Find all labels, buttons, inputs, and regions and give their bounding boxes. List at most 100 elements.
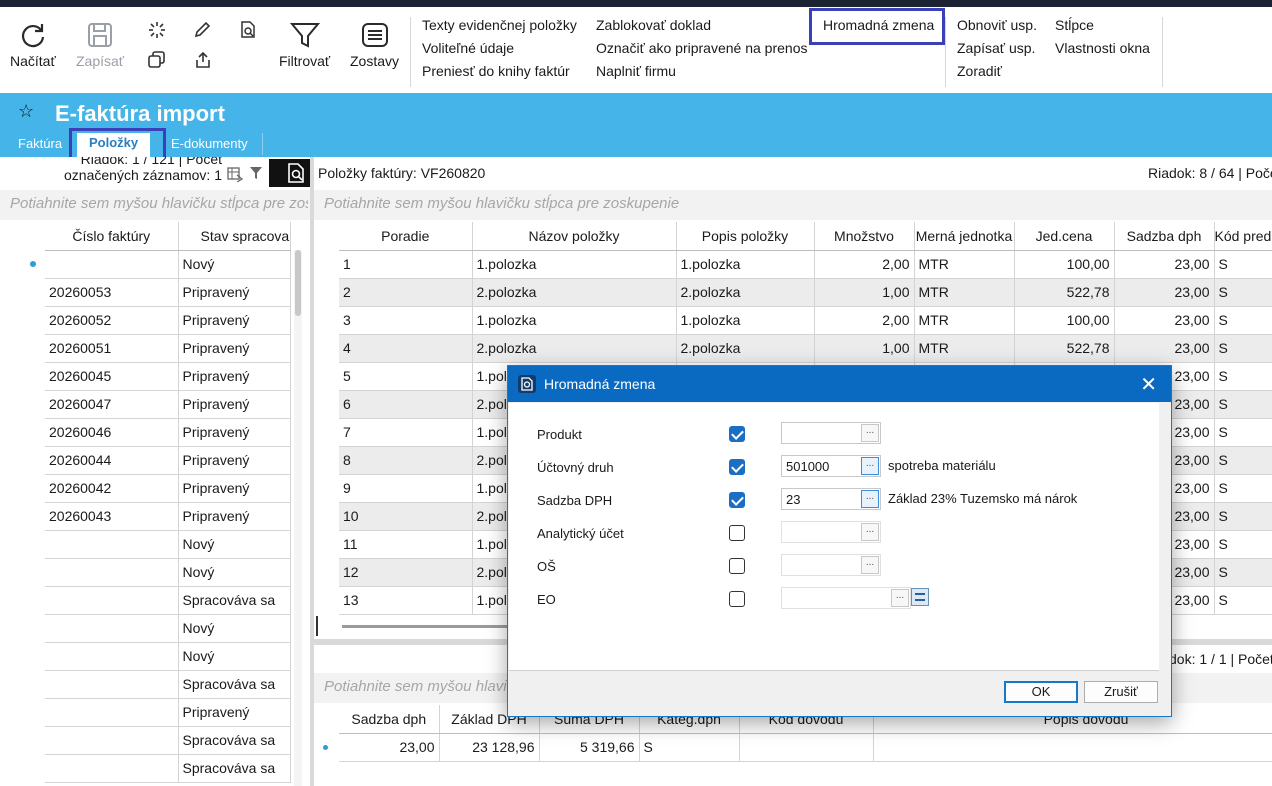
col-unit-price[interactable]: Jed.cena	[1014, 222, 1115, 251]
col-quantity[interactable]: Množstvo	[814, 222, 915, 251]
dialog-scrollbar[interactable]	[1159, 403, 1171, 671]
table-row[interactable]: Nový	[45, 642, 291, 671]
fill-company-link[interactable]: Naplniť firmu	[596, 63, 676, 79]
share-upload-icon[interactable]	[194, 51, 212, 69]
table-row[interactable]: 20260046 Pripravený	[45, 418, 291, 447]
columns-link[interactable]: Stĺpce	[1055, 17, 1094, 33]
col-order[interactable]: Poradie	[339, 222, 473, 251]
favorite-star-icon[interactable]: ☆	[18, 101, 34, 122]
col-processing-state[interactable]: Stav spracovania	[178, 222, 291, 251]
dialog-close-icon[interactable]: ✕	[1140, 372, 1157, 397]
eo-checkbox[interactable]	[729, 591, 745, 607]
eo-browse-button[interactable]: ...	[891, 589, 909, 607]
filter-button[interactable]: Filtrovať	[279, 21, 330, 69]
table-row[interactable]: Spracováva sa	[45, 754, 291, 783]
table-row[interactable]: Spracováva sa	[45, 670, 291, 699]
col-vat-rate[interactable]: Sadzba dph	[339, 705, 440, 734]
table-row[interactable]: 1 1.polozka 1.polozka 2,00 MTR 100,00 23,00 S	[339, 250, 1272, 279]
os-input[interactable]: ...	[781, 554, 881, 576]
table-row[interactable]: Nový	[45, 530, 291, 559]
os-checkbox[interactable]	[729, 558, 745, 574]
mark-ready-link[interactable]: Označiť ako pripravené na prenos	[596, 40, 807, 56]
table-row[interactable]: Spracováva sa	[45, 726, 291, 755]
col-item-code[interactable]: Kód predmetu	[1214, 222, 1272, 251]
product-browse-button[interactable]: ...	[861, 424, 879, 442]
os-browse-button[interactable]: ...	[861, 556, 879, 574]
items-title: Položky faktúry: VF260820	[318, 165, 486, 181]
block-document-link[interactable]: Zablokovať doklad	[596, 17, 711, 33]
table-row[interactable]: Pripravený	[45, 698, 291, 727]
col-vat-rate[interactable]: Sadzba dph	[1114, 222, 1215, 251]
eo-input[interactable]: ...	[781, 587, 911, 609]
optional-data-link[interactable]: Voliteľné údaje	[422, 40, 514, 56]
cancel-button[interactable]: Zrušiť	[1084, 681, 1158, 703]
table-row[interactable]: 4 2.polozka 2.polozka 1,00 MTR 522,78 23,00 S	[339, 334, 1272, 363]
tab-invoice[interactable]: Faktúra	[18, 136, 62, 151]
table-row[interactable]: 23,00 23 128,96 5 319,66 S	[339, 733, 1272, 762]
table-row[interactable]: 20260044 Pripravený	[45, 446, 291, 475]
col-item-name[interactable]: Názov položky	[472, 222, 677, 251]
calendar-picker-icon[interactable]	[911, 588, 929, 606]
table-row[interactable]: 20260047 Pripravený	[45, 390, 291, 419]
state-cell: Pripravený	[178, 698, 291, 727]
table-row[interactable]: 20260051 Pripravený	[45, 334, 291, 363]
save-button[interactable]: Zapísať	[76, 21, 124, 69]
sort-link[interactable]: Zoradiť	[957, 63, 1002, 79]
table-row[interactable]: 20260052 Pripravený	[45, 306, 291, 335]
account-type-label: Účtovný druh	[537, 460, 614, 475]
vat-rate-browse-button[interactable]: ...	[861, 490, 879, 508]
items-hscroll-thumb[interactable]	[342, 625, 522, 628]
table-row[interactable]: Spracováva sa	[45, 586, 291, 615]
account-type-input[interactable]: 501000...	[781, 455, 881, 477]
edit-pencil-icon[interactable]	[193, 21, 211, 39]
col-item-description[interactable]: Popis položky	[676, 222, 815, 251]
table-row[interactable]: Nový	[45, 558, 291, 587]
save-layout-link[interactable]: Zapísať usp.	[957, 40, 1035, 56]
vat-rate-cell: 23,00	[1114, 306, 1215, 335]
unit-cell: MTR	[914, 306, 1015, 335]
item-texts-link[interactable]: Texty evidenčnej položky	[422, 17, 577, 33]
account-type-checkbox[interactable]	[729, 459, 745, 475]
load-button[interactable]: Načítať	[10, 21, 56, 69]
search-lookup-button[interactable]	[269, 159, 310, 187]
state-cell: Pripravený	[178, 390, 291, 419]
table-row[interactable]: 20260053 Pripravený	[45, 278, 291, 307]
table-row[interactable]: Nový	[45, 250, 291, 279]
ok-button[interactable]: OK	[1004, 681, 1078, 703]
document-search-icon[interactable]	[239, 21, 257, 39]
analytic-account-browse-button[interactable]: ...	[861, 523, 879, 541]
account-type-browse-button[interactable]: ...	[861, 457, 879, 475]
export-grid-icon[interactable]	[227, 166, 243, 182]
reports-button[interactable]: Zostavy	[350, 21, 399, 69]
load-label: Načítať	[10, 53, 56, 69]
grid-filter-icon[interactable]	[249, 166, 263, 180]
table-row[interactable]: 3 1.polozka 1.polozka 2,00 MTR 100,00 23,00 S	[339, 306, 1272, 335]
table-row[interactable]: 20260045 Pripravený	[45, 362, 291, 391]
col-unit[interactable]: Merná jednotka	[914, 222, 1015, 251]
product-checkbox[interactable]	[729, 426, 745, 442]
order-cell: 2	[339, 278, 473, 307]
tab-e-documents[interactable]: E-dokumenty	[171, 136, 248, 151]
vat-rate-input[interactable]: 23...	[781, 488, 881, 510]
table-row[interactable]: 2 2.polozka 2.polozka 1,00 MTR 522,78 23,00 S	[339, 278, 1272, 307]
table-row[interactable]: 20260042 Pripravený	[45, 474, 291, 503]
dialog-title: Hromadná zmena	[544, 376, 656, 392]
order-cell: 10	[339, 502, 473, 531]
vat-rate-checkbox[interactable]	[729, 492, 745, 508]
loading-spinner-icon[interactable]	[148, 21, 166, 39]
table-row[interactable]: 20260043 Pripravený	[45, 502, 291, 531]
transfer-to-book-link[interactable]: Preniesť do knihy faktúr	[422, 63, 570, 79]
col-invoice-number[interactable]: Číslo faktúry	[45, 222, 179, 251]
product-input[interactable]: ...	[781, 422, 881, 444]
left-scroll-thumb[interactable]	[295, 250, 301, 316]
ribbon-separator	[1162, 17, 1163, 87]
analytic-account-checkbox[interactable]	[729, 525, 745, 541]
table-row[interactable]: Nový	[45, 614, 291, 643]
left-vertical-scrollbar[interactable]	[294, 250, 302, 786]
unit-price-cell: 100,00	[1014, 306, 1115, 335]
dialog-titlebar[interactable]: Hromadná zmena ✕	[508, 366, 1171, 402]
restore-layout-link[interactable]: Obnoviť usp.	[957, 17, 1037, 33]
window-properties-link[interactable]: Vlastnosti okna	[1055, 40, 1150, 56]
copy-icon[interactable]	[148, 51, 166, 69]
analytic-account-input[interactable]: ...	[781, 521, 881, 543]
